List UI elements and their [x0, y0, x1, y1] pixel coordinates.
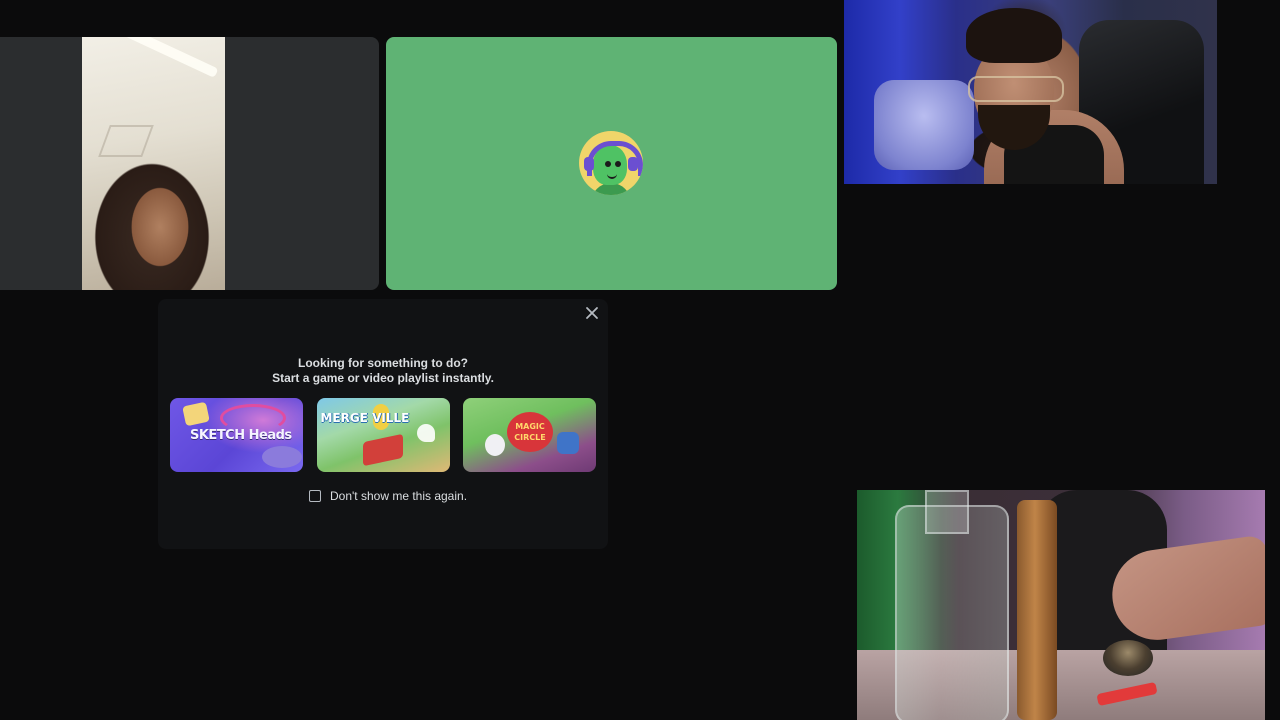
headset-left-ear: [584, 157, 594, 171]
activity-cards: SKETCH Heads MERGE VILLE MAGIC CIRCLE: [170, 398, 596, 472]
magic-circle-character-right: [557, 432, 579, 454]
activity-card-magic-circle[interactable]: MAGIC CIRCLE: [463, 398, 596, 472]
heading-line-1: Looking for something to do?: [298, 356, 468, 370]
streamer-webcam-top: [844, 0, 1217, 184]
glasses: [968, 76, 1064, 102]
truck-icon: [362, 433, 403, 467]
avatar-eye-left: [605, 161, 611, 167]
sketch-heads-blob: [262, 446, 302, 468]
participant-video-tile[interactable]: [0, 37, 379, 290]
glass-neck: [925, 490, 969, 534]
amber-tube: [1017, 500, 1057, 720]
person-hair: [966, 8, 1062, 63]
avatar-eye-right: [615, 161, 621, 167]
headset-right-ear: [628, 157, 638, 171]
activity-card-sketch-heads[interactable]: SKETCH Heads: [170, 398, 303, 472]
sketch-heads-character: [182, 401, 210, 427]
avatar: [579, 131, 643, 195]
glass-piece: [895, 505, 1009, 720]
pillow: [874, 80, 974, 170]
dont-show-label: Don't show me this again.: [330, 489, 468, 503]
sketch-heads-logo: SKETCH Heads: [190, 428, 292, 443]
dont-show-again-option[interactable]: Don't show me this again.: [309, 488, 467, 504]
merge-ville-logo: MERGE VILLE: [320, 411, 410, 425]
magic-circle-character-left: [485, 434, 505, 456]
close-icon: [586, 307, 598, 319]
heading-line-2: Start a game or video playlist instantly…: [272, 371, 494, 385]
streamer-webcam-bottom: [857, 490, 1265, 720]
hand-cursor-icon: [416, 424, 435, 442]
ceiling-vent: [98, 125, 154, 157]
activity-suggestion-popup: Looking for something to do? Start a gam…: [158, 299, 608, 549]
voice-channel-stage: Looking for something to do? Start a gam…: [0, 0, 1280, 720]
magic-circle-logo: MAGIC CIRCLE: [507, 412, 553, 452]
grinder: [1103, 640, 1153, 676]
participant-video-feed: [82, 37, 225, 290]
dont-show-checkbox[interactable]: [309, 490, 321, 502]
close-button[interactable]: [582, 303, 602, 323]
ceiling-light: [105, 37, 219, 78]
activity-card-merge-ville[interactable]: MERGE VILLE: [316, 398, 450, 472]
participant-avatar-tile[interactable]: [386, 37, 837, 290]
activity-prompt-heading: Looking for something to do? Start a gam…: [158, 356, 608, 386]
